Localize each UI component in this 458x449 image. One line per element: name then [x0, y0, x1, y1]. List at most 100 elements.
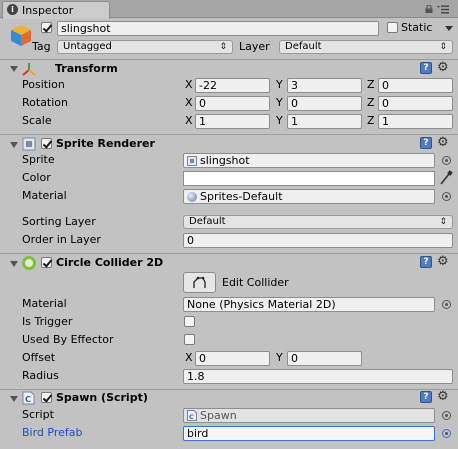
- inspector-window: i Inspector slingshot Static Tag Untagge…: [0, 0, 458, 449]
- divider: [0, 134, 458, 135]
- layer-dropdown-arrow-icon: ⇕: [439, 42, 447, 52]
- eyedropper-icon[interactable]: [439, 170, 453, 186]
- scale-z-axis[interactable]: Z: [367, 114, 375, 128]
- scale-label: Scale: [22, 114, 52, 127]
- lock-icon[interactable]: [425, 5, 433, 13]
- offset-y-field[interactable]: 0: [287, 351, 362, 366]
- rotation-x-field[interactable]: 0: [195, 96, 270, 111]
- scale-y-axis[interactable]: Y: [276, 114, 283, 128]
- tab-inspector[interactable]: i Inspector: [2, 1, 110, 19]
- spawn-foldout-icon[interactable]: [10, 396, 18, 402]
- order-in-layer-label: Order in Layer: [22, 233, 101, 246]
- rotation-z-field[interactable]: 0: [378, 96, 453, 111]
- script-value: Spawn: [200, 409, 237, 422]
- layer-dropdown[interactable]: Default ⇕: [279, 40, 453, 54]
- used-by-effector-label: Used By Effector: [22, 333, 114, 346]
- color-label: Color: [22, 171, 51, 184]
- position-label: Position: [22, 78, 65, 91]
- sorting-layer-dropdown[interactable]: Default ⇕: [183, 215, 453, 229]
- tag-dropdown[interactable]: Untagged ⇕: [57, 40, 233, 54]
- sprite-label: Sprite: [22, 153, 55, 166]
- tab-bar: i Inspector: [0, 0, 458, 19]
- color-swatch[interactable]: [183, 171, 435, 186]
- sorting-layer-value: Default: [189, 216, 226, 227]
- sprite-renderer-enabled-checkbox[interactable]: [41, 138, 52, 149]
- rotation-label: Rotation: [22, 96, 69, 109]
- position-y-field[interactable]: 3: [287, 78, 362, 93]
- offset-x-field[interactable]: 0: [195, 351, 270, 366]
- sprite-renderer-title: Sprite Renderer: [56, 137, 155, 150]
- help-icon[interactable]: ?: [420, 62, 432, 74]
- tag-dropdown-arrow-icon: ⇕: [219, 42, 227, 52]
- sprite-value: slingshot: [200, 154, 250, 167]
- sprite-object-field[interactable]: slingshot: [183, 153, 435, 168]
- script-object-field[interactable]: Spawn: [183, 408, 435, 423]
- circle-collider-foldout-icon[interactable]: [10, 261, 18, 267]
- offset-x-axis[interactable]: X: [185, 351, 193, 365]
- bird-prefab-label: Bird Prefab: [22, 426, 83, 439]
- spawn-title: Spawn (Script): [56, 391, 148, 404]
- svg-text:C: C: [25, 395, 31, 404]
- rotation-y-axis[interactable]: Y: [276, 96, 283, 110]
- layer-dropdown-value: Default: [285, 41, 322, 52]
- divider: [0, 253, 458, 254]
- layer-label: Layer: [239, 40, 270, 53]
- tag-label: Tag: [32, 40, 51, 53]
- rotation-x-axis[interactable]: X: [185, 96, 193, 110]
- gameobject-name-field[interactable]: slingshot: [57, 21, 379, 36]
- position-x-field[interactable]: -22: [195, 78, 270, 93]
- scale-y-field[interactable]: 1: [287, 114, 362, 129]
- script-asset-icon: C: [187, 410, 197, 421]
- static-checkbox[interactable]: [387, 22, 398, 33]
- material-label: Material: [22, 189, 67, 202]
- position-y-axis[interactable]: Y: [276, 78, 283, 92]
- material-object-field[interactable]: Sprites-Default: [183, 189, 435, 204]
- help-icon[interactable]: ?: [420, 391, 432, 403]
- gear-icon[interactable]: ⚙: [437, 61, 453, 74]
- scale-x-axis[interactable]: X: [185, 114, 193, 128]
- sprite-renderer-foldout-icon[interactable]: [10, 142, 18, 148]
- transform-foldout-icon[interactable]: [10, 66, 18, 72]
- scale-x-field[interactable]: 1: [195, 114, 270, 129]
- offset-label: Offset: [22, 351, 56, 364]
- object-picker-icon[interactable]: [442, 429, 451, 438]
- radius-field[interactable]: 1.8: [183, 369, 453, 384]
- sprite-asset-icon: [187, 156, 197, 166]
- edit-collider-button[interactable]: [183, 272, 216, 293]
- edit-collider-icon: [193, 276, 206, 288]
- offset-y-axis[interactable]: Y: [276, 351, 283, 365]
- context-menu-icon[interactable]: [437, 5, 449, 14]
- rotation-y-field[interactable]: 0: [287, 96, 362, 111]
- position-x-axis[interactable]: X: [185, 78, 193, 92]
- position-z-field[interactable]: 0: [378, 78, 453, 93]
- sorting-layer-arrow-icon: ⇕: [439, 217, 447, 227]
- gear-icon[interactable]: ⚙: [437, 255, 453, 268]
- scale-z-field[interactable]: 1: [378, 114, 453, 129]
- divider: [0, 59, 458, 60]
- gameobject-active-checkbox[interactable]: [41, 22, 52, 33]
- used-by-effector-checkbox[interactable]: [184, 334, 195, 345]
- transform-title: Transform: [55, 62, 118, 75]
- circle-collider-enabled-checkbox[interactable]: [41, 257, 52, 268]
- object-picker-icon[interactable]: [442, 156, 451, 165]
- object-picker-icon[interactable]: [442, 300, 451, 309]
- help-icon[interactable]: ?: [420, 256, 432, 268]
- gear-icon[interactable]: ⚙: [437, 390, 453, 403]
- gameobject-cube-icon: [11, 25, 31, 46]
- collider-material-field[interactable]: None (Physics Material 2D): [183, 297, 435, 312]
- position-z-axis[interactable]: Z: [367, 78, 375, 92]
- radius-label: Radius: [22, 369, 59, 382]
- gear-icon[interactable]: ⚙: [437, 136, 453, 149]
- rotation-z-axis[interactable]: Z: [367, 96, 375, 110]
- bird-prefab-field[interactable]: bird: [183, 426, 435, 441]
- help-icon[interactable]: ?: [420, 137, 432, 149]
- order-in-layer-field[interactable]: 0: [183, 233, 453, 248]
- info-icon: i: [7, 4, 18, 15]
- is-trigger-checkbox[interactable]: [184, 316, 195, 327]
- static-label: Static: [401, 21, 433, 34]
- spawn-enabled-checkbox[interactable]: [41, 392, 52, 403]
- object-picker-icon[interactable]: [442, 192, 451, 201]
- static-dropdown-arrow-icon[interactable]: [445, 26, 453, 31]
- object-picker-icon[interactable]: [442, 411, 451, 420]
- collider-material-label: Material: [22, 297, 67, 310]
